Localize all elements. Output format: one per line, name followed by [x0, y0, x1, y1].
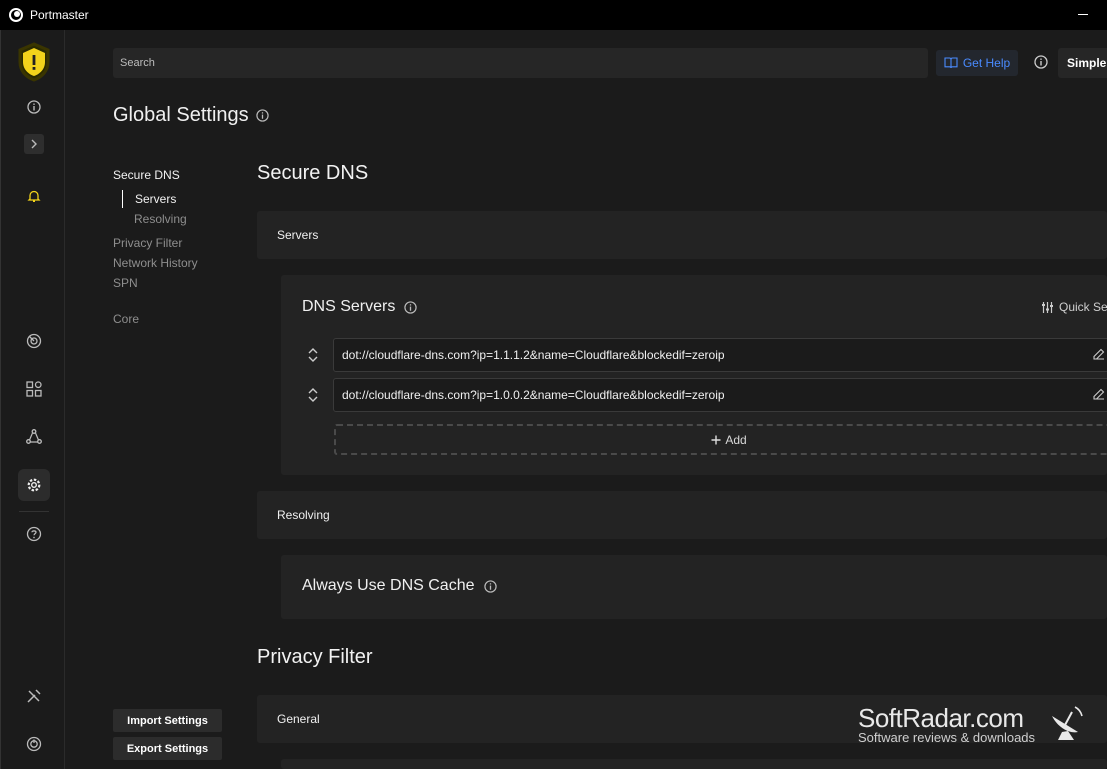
help-icon[interactable] [18, 518, 50, 550]
servers-subsection: Servers [257, 211, 1107, 259]
plus-icon [711, 435, 721, 444]
dns-server-value: dot://cloudflare-dns.com?ip=1.0.0.2&name… [342, 388, 725, 402]
mode-switch-button[interactable]: Simple I [1058, 48, 1107, 78]
dns-server-value: dot://cloudflare-dns.com?ip=1.1.1.2&name… [342, 348, 725, 362]
edit-icon[interactable] [1093, 348, 1105, 360]
privacy-filter-heading: Privacy Filter [257, 646, 373, 668]
resolving-subsection: Resolving [257, 491, 1107, 539]
search-input[interactable]: Search [113, 48, 928, 78]
left-rail [0, 30, 65, 769]
export-settings-button[interactable]: Export Settings [113, 737, 222, 760]
info-icon[interactable] [1034, 55, 1048, 69]
add-server-button[interactable]: Add [334, 424, 1107, 455]
reorder-icon[interactable] [307, 347, 319, 363]
subnav-resolving[interactable]: Resolving [122, 210, 187, 228]
dns-servers-title-text: DNS Servers [302, 298, 396, 315]
sliders-icon [1042, 301, 1053, 313]
shield-warning-icon[interactable] [15, 42, 53, 82]
radar-icon[interactable] [18, 325, 50, 357]
dns-servers-card: DNS Servers Quick Se dot://cloudflare-dn… [281, 275, 1107, 475]
power-icon[interactable] [18, 728, 50, 760]
bell-icon[interactable] [18, 180, 50, 212]
reorder-icon[interactable] [307, 387, 319, 403]
import-settings-button[interactable]: Import Settings [113, 709, 222, 732]
secure-dns-heading: Secure DNS [257, 162, 369, 184]
dns-server-input[interactable]: dot://cloudflare-dns.com?ip=1.0.0.2&name… [333, 378, 1107, 412]
minimize-button[interactable] [1078, 14, 1088, 15]
subnav-privacy-filter[interactable]: Privacy Filter [113, 236, 182, 250]
page-title-text: Global Settings [113, 104, 249, 126]
quick-settings-label: Quick Se [1059, 300, 1107, 314]
tools-icon[interactable] [18, 680, 50, 712]
add-server-label: Add [725, 432, 747, 447]
subnav-servers[interactable]: Servers [122, 190, 176, 208]
dns-cache-title-text: Always Use DNS Cache [302, 577, 475, 594]
expand-button[interactable] [24, 134, 44, 154]
title-bar: Portmaster [0, 0, 1107, 30]
dns-server-row: dot://cloudflare-dns.com?ip=1.0.0.2&name… [281, 378, 1107, 412]
dns-servers-title: DNS Servers [302, 298, 418, 316]
get-help-button[interactable]: Get Help [936, 50, 1018, 76]
info-icon[interactable] [404, 300, 418, 314]
subnav-secure-dns[interactable]: Secure DNS [113, 168, 180, 182]
network-icon[interactable] [18, 421, 50, 453]
page-title: Global Settings [113, 104, 269, 127]
info-icon[interactable] [255, 109, 269, 122]
dns-cache-card: Always Use DNS Cache [281, 555, 1107, 619]
apps-icon[interactable] [18, 373, 50, 405]
softradar-watermark: SoftRadar.com Software reviews & downloa… [858, 703, 1035, 745]
subnav-network-history[interactable]: Network History [113, 256, 198, 270]
edit-icon[interactable] [1093, 388, 1105, 400]
subnav-spn[interactable]: SPN [113, 276, 138, 290]
book-icon [944, 57, 958, 69]
window-title: Portmaster [30, 8, 89, 22]
dns-server-row: dot://cloudflare-dns.com?ip=1.1.1.2&name… [281, 338, 1107, 372]
chevron-right-icon [31, 139, 37, 149]
info-icon[interactable] [483, 579, 497, 593]
portmaster-logo-icon [9, 8, 23, 22]
rail-divider [19, 511, 49, 512]
dns-server-input[interactable]: dot://cloudflare-dns.com?ip=1.1.1.2&name… [333, 338, 1107, 372]
get-help-label: Get Help [962, 56, 1011, 70]
privacy-filter-card [281, 759, 1107, 769]
info-icon[interactable] [18, 91, 50, 123]
satellite-dish-icon [1052, 706, 1083, 740]
gear-icon[interactable] [18, 469, 50, 501]
quick-settings-button[interactable]: Quick Se [1041, 300, 1107, 314]
subnav-core[interactable]: Core [113, 312, 139, 326]
watermark-sub: Software reviews & downloads [858, 730, 1036, 745]
dns-cache-title: Always Use DNS Cache [302, 577, 497, 595]
